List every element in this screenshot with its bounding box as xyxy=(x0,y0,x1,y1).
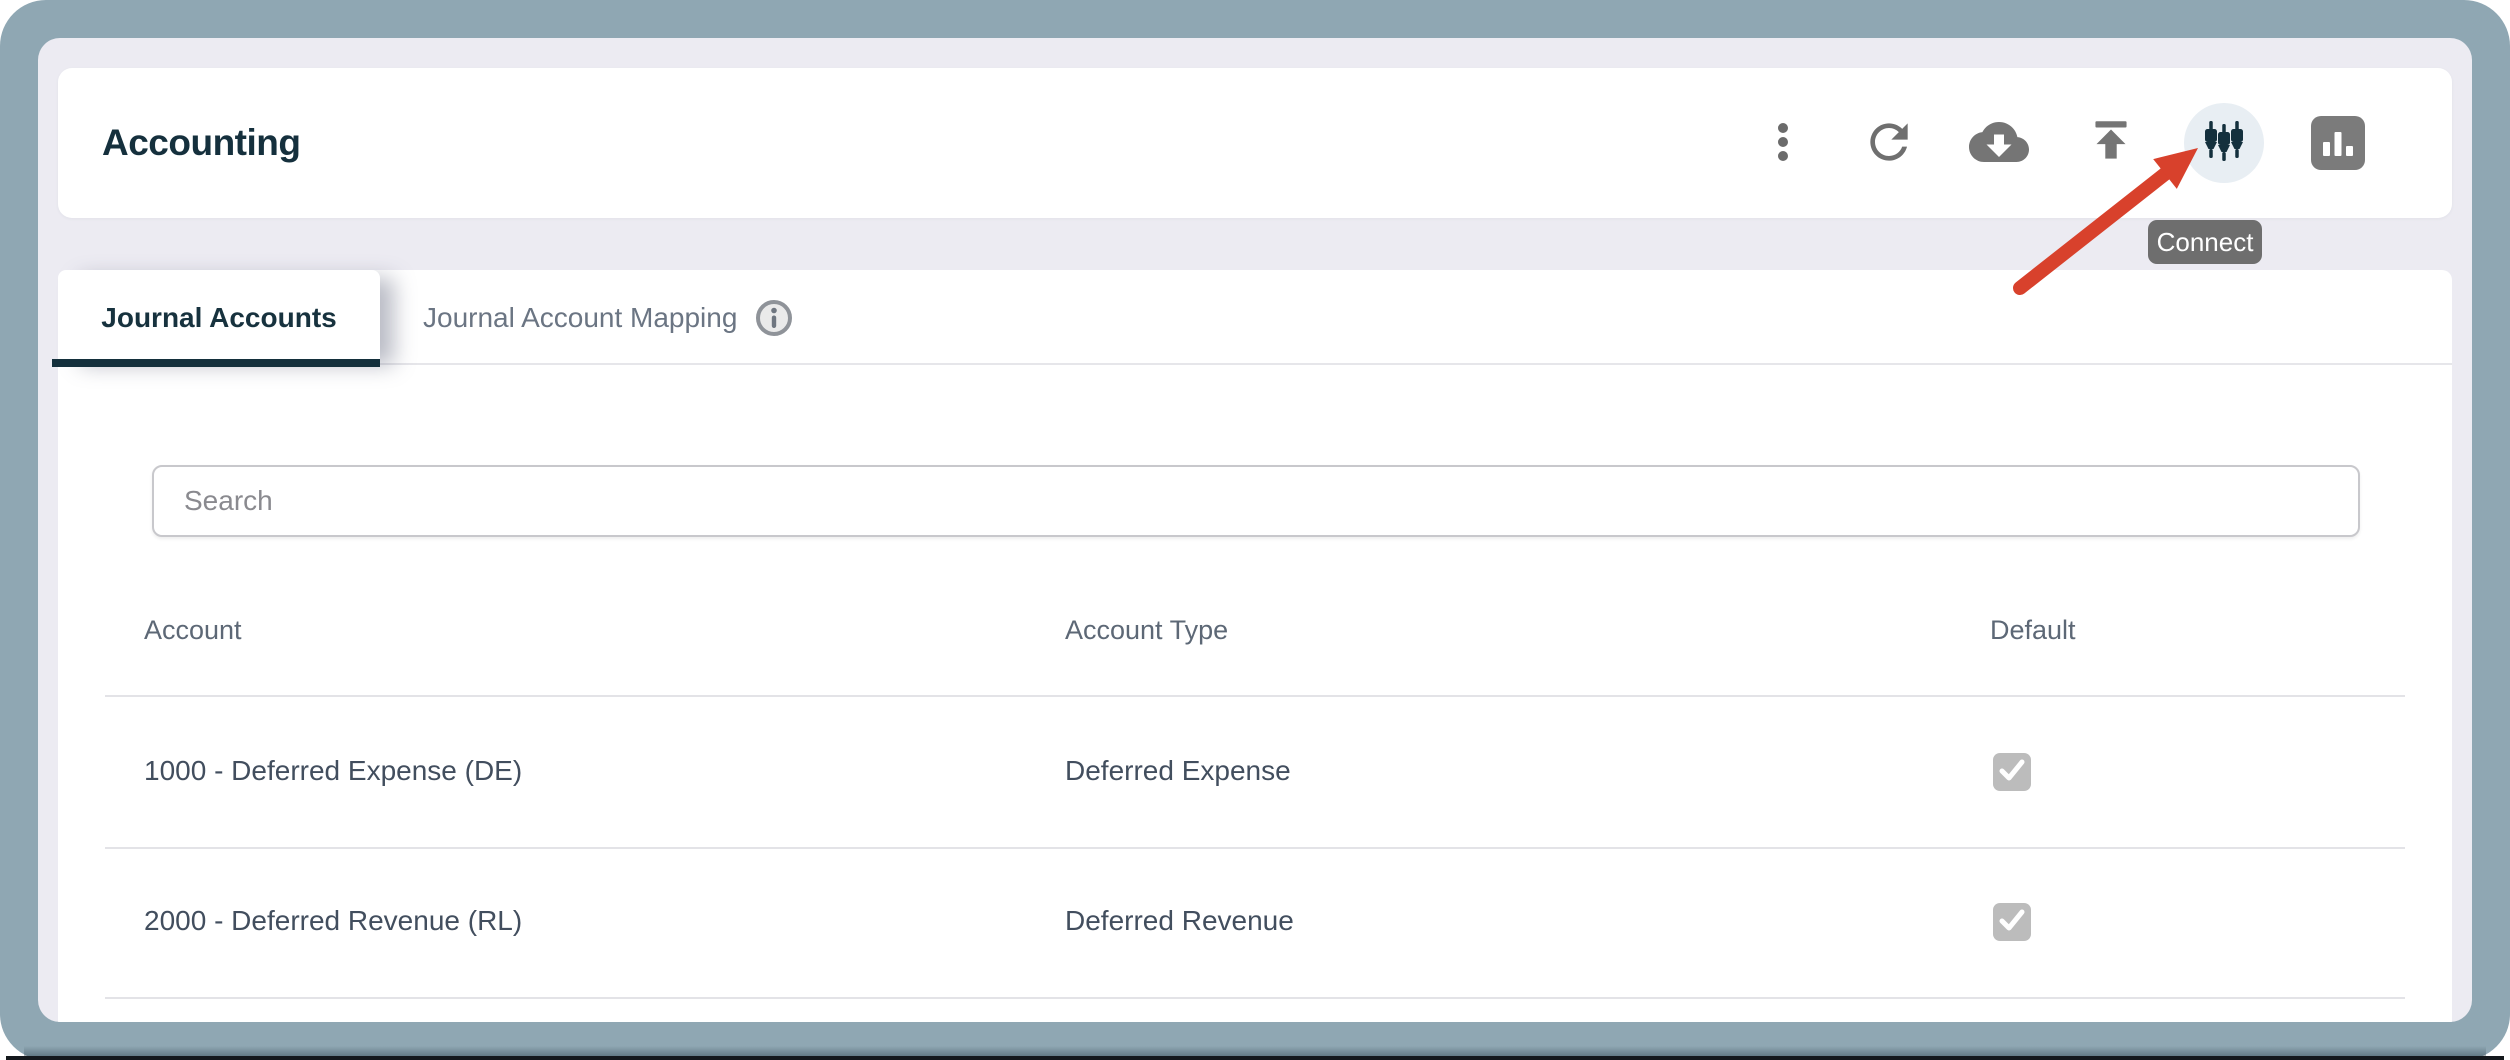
connect-tooltip-label: Connect xyxy=(2157,227,2254,258)
refresh-button[interactable] xyxy=(1849,103,1929,183)
kebab-menu-icon xyxy=(1759,118,1807,169)
content-panel: Journal Accounts Journal Account Mapping… xyxy=(58,270,2452,1022)
upload-button[interactable] xyxy=(2071,103,2151,183)
connect-plugs-icon xyxy=(2197,115,2251,172)
tab-journal-accounts-label: Journal Accounts xyxy=(101,302,336,334)
cloud-download-icon xyxy=(1969,112,2029,175)
page-title: Accounting xyxy=(102,68,300,218)
table-row-1-type: Deferred Expense xyxy=(1065,751,1291,791)
checkmark-icon xyxy=(1993,901,2031,944)
screenshot-stage: Accounting xyxy=(0,0,2510,1060)
header-card: Accounting xyxy=(58,68,2452,218)
table-row-2-type: Deferred Revenue xyxy=(1065,901,1294,941)
download-button[interactable] xyxy=(1959,103,2039,183)
column-header-account-type: Account Type xyxy=(1065,610,1228,650)
info-icon[interactable] xyxy=(755,299,793,337)
search-input[interactable] xyxy=(152,465,2360,537)
tab-journal-account-mapping-label: Journal Account Mapping xyxy=(423,302,737,334)
bar-chart-icon xyxy=(2311,116,2365,170)
tab-strip xyxy=(58,270,2452,365)
connect-tooltip: Connect xyxy=(2148,220,2262,264)
more-options-button[interactable] xyxy=(1743,103,1823,183)
checkmark-icon xyxy=(1993,751,2031,794)
table-row-2-account: 2000 - Deferred Revenue (RL) xyxy=(144,901,522,941)
upload-icon xyxy=(2083,114,2139,173)
report-button[interactable] xyxy=(2298,103,2378,183)
frame-bottom-edge xyxy=(6,1056,2504,1060)
table-row-1-default-checkbox[interactable] xyxy=(1993,753,2031,791)
refresh-icon xyxy=(1861,114,1917,173)
app-surface: Accounting xyxy=(38,38,2472,1022)
column-header-default: Default xyxy=(1990,610,2076,650)
tab-journal-account-mapping[interactable]: Journal Account Mapping xyxy=(423,270,793,365)
table-row-1-account: 1000 - Deferred Expense (DE) xyxy=(144,751,522,791)
table-divider xyxy=(105,997,2405,999)
table-divider xyxy=(105,847,2405,849)
table-divider xyxy=(105,695,2405,697)
connect-button[interactable] xyxy=(2184,103,2264,183)
frame-bottom-shade xyxy=(24,1046,2486,1056)
table-row-2-default-checkbox[interactable] xyxy=(1993,903,2031,941)
tab-journal-accounts[interactable]: Journal Accounts xyxy=(58,270,380,365)
column-header-account: Account xyxy=(144,610,242,650)
